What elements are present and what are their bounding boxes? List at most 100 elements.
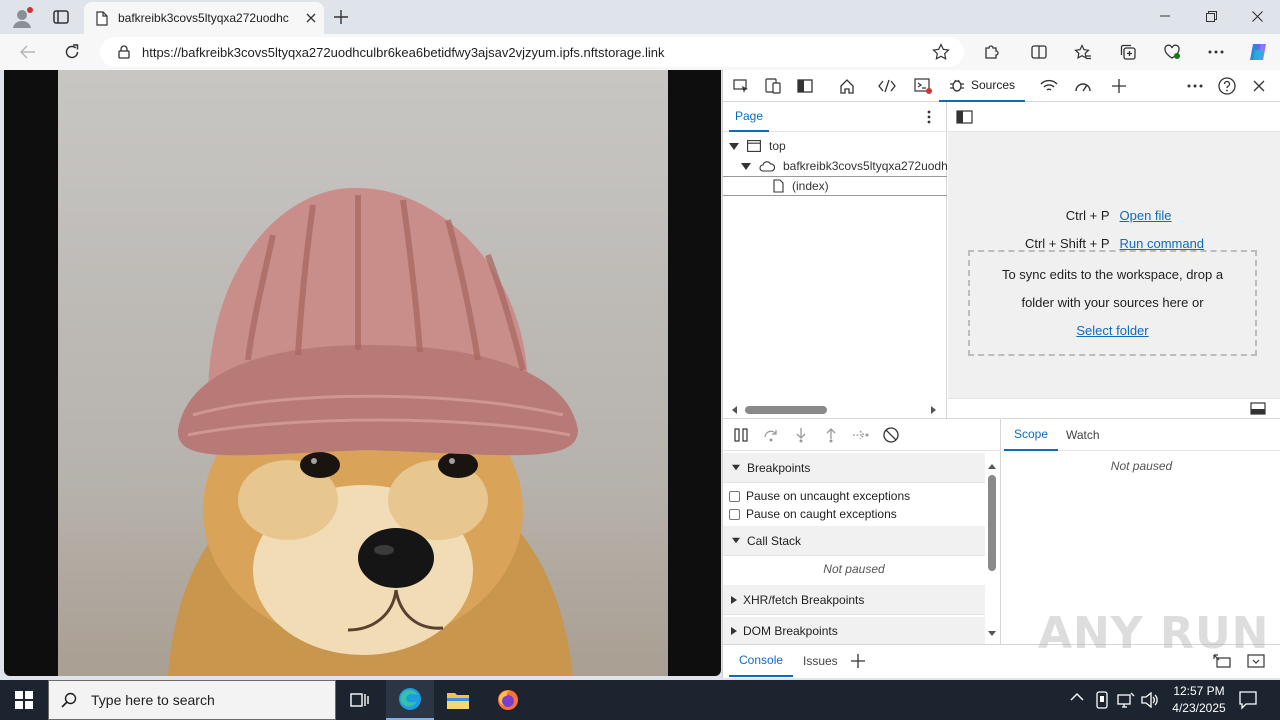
taskbar-firefox-icon[interactable] <box>484 680 532 720</box>
tab-sources[interactable]: Sources <box>939 70 1026 102</box>
extensions-icon[interactable] <box>977 38 1005 66</box>
tray-chevron-up-icon[interactable] <box>1070 692 1084 702</box>
taskbar-edge-icon[interactable] <box>386 680 434 720</box>
sources-editor-empty: Ctrl + P Open file Ctrl + Shift + P Run … <box>948 102 1280 418</box>
favorite-star-icon[interactable] <box>932 43 950 61</box>
split-screen-icon[interactable] <box>1025 38 1053 66</box>
dropzone-text-2: folder with your sources here or <box>1021 295 1204 310</box>
collapse-arrow-icon <box>732 537 740 544</box>
anyrun-watermark: ANY RUN <box>1038 608 1270 659</box>
new-tab-icon[interactable] <box>330 6 352 28</box>
close-window-icon[interactable] <box>1234 0 1280 32</box>
windows-taskbar: Type here to search 12:57 PM 4/23/2025 <box>0 680 1280 720</box>
performance-tab-icon[interactable] <box>1069 74 1097 98</box>
browser-tab-active[interactable]: bafkreibk3covs5ltyqxa272uodhc <box>84 2 324 34</box>
drawer-add-tab-icon[interactable] <box>851 654 865 668</box>
network-tab-icon[interactable] <box>1035 74 1063 98</box>
tab-actions-icon[interactable] <box>48 5 74 29</box>
expand-arrow-icon <box>729 142 739 150</box>
notifications-icon[interactable] <box>1238 690 1258 710</box>
tab-close-icon[interactable] <box>306 13 316 23</box>
toggle-navigator-icon[interactable] <box>956 109 974 125</box>
expand-arrow-icon <box>731 626 737 635</box>
favorites-icon[interactable] <box>1069 38 1097 66</box>
url-text[interactable]: https://bafkreibk3covs5ltyqxa272uodhculb… <box>142 45 920 60</box>
copilot-icon[interactable] <box>1244 38 1272 66</box>
elements-tab-icon[interactable] <box>873 74 901 98</box>
search-placeholder: Type here to search <box>91 692 215 708</box>
address-bar[interactable]: https://bafkreibk3covs5ltyqxa272uodhculb… <box>100 37 964 67</box>
tray-network-icon[interactable] <box>1117 692 1135 708</box>
tree-label-origin: bafkreibk3covs5ltyqxa272uodhc <box>783 159 947 173</box>
more-tools-plus-icon[interactable] <box>1105 74 1133 98</box>
profile-avatar-icon[interactable] <box>10 6 34 30</box>
minimize-icon[interactable] <box>1142 0 1188 32</box>
start-windows-icon[interactable] <box>0 680 48 720</box>
breakpoints-label: Breakpoints <box>747 460 811 475</box>
select-folder-link[interactable]: Select folder <box>1076 317 1148 345</box>
more-menu-icon[interactable] <box>1202 38 1230 66</box>
pause-uncaught-checkbox[interactable] <box>729 490 740 502</box>
xhr-breakpoints-section-header[interactable]: XHR/fetch Breakpoints <box>723 585 985 615</box>
back-icon[interactable] <box>14 38 42 66</box>
dom-breakpoints-section-header[interactable]: DOM Breakpoints <box>723 617 985 645</box>
tray-volume-icon[interactable] <box>1141 692 1159 708</box>
collections-icon[interactable] <box>1114 38 1142 66</box>
taskbar-file-explorer-icon[interactable] <box>434 680 482 720</box>
task-view-icon[interactable] <box>336 680 384 720</box>
close-devtools-icon[interactable] <box>1245 74 1273 98</box>
restore-icon[interactable] <box>1188 0 1234 32</box>
open-file-shortcut: Ctrl + P Open file <box>948 208 1280 223</box>
open-file-link[interactable]: Open file <box>1120 208 1270 223</box>
devtools-more-icon[interactable] <box>1181 74 1209 98</box>
debugger-sidebar: Breakpoints Pause on uncaught exceptions… <box>723 418 1001 645</box>
tray-device-icon[interactable] <box>1094 691 1110 709</box>
tab-page[interactable]: Page <box>729 102 770 132</box>
tab-scope[interactable]: Scope <box>1004 419 1059 451</box>
pause-icon[interactable] <box>729 423 753 447</box>
device-emulation-icon[interactable] <box>759 74 787 98</box>
welcome-home-icon[interactable] <box>833 74 861 98</box>
step-into-icon[interactable] <box>789 423 813 447</box>
tab-watch[interactable]: Watch <box>1056 419 1110 451</box>
collapse-arrow-icon <box>732 464 740 471</box>
expand-arrow-icon <box>741 162 751 170</box>
tree-item-top[interactable]: top <box>723 136 947 156</box>
pause-uncaught-row[interactable]: Pause on uncaught exceptions <box>729 487 910 505</box>
tab-strip: bafkreibk3covs5ltyqxa272uodhc <box>0 0 1280 34</box>
step-icon[interactable] <box>849 423 873 447</box>
lock-icon[interactable] <box>118 45 130 59</box>
sources-bug-icon <box>949 77 965 93</box>
taskbar-search-box[interactable]: Type here to search <box>48 680 336 720</box>
debugger-vertical-scrollbar[interactable] <box>985 457 999 643</box>
inspect-element-icon[interactable] <box>727 74 755 98</box>
navigator-horizontal-scrollbar[interactable] <box>723 402 947 418</box>
step-out-icon[interactable] <box>819 423 843 447</box>
drawer-tab-issues[interactable]: Issues <box>793 645 848 677</box>
pause-caught-checkbox[interactable] <box>729 508 740 520</box>
workspace-dropzone[interactable]: To sync edits to the workspace, drop a f… <box>968 250 1257 356</box>
pause-caught-row[interactable]: Pause on caught exceptions <box>729 505 897 523</box>
tree-item-index[interactable]: (index) <box>723 176 947 196</box>
run-command-link[interactable]: Run command <box>1120 236 1270 251</box>
tree-item-origin[interactable]: bafkreibk3covs5ltyqxa272uodhc <box>723 156 947 176</box>
browser-toolbar: https://bafkreibk3covs5ltyqxa272uodhculb… <box>0 34 1280 70</box>
call-stack-not-paused: Not paused <box>823 562 885 576</box>
search-icon <box>61 692 77 708</box>
taskbar-clock[interactable]: 12:57 PM 4/23/2025 <box>1166 683 1232 717</box>
xhr-breakpoints-label: XHR/fetch Breakpoints <box>743 592 865 607</box>
step-over-icon[interactable] <box>759 423 783 447</box>
dock-side-icon[interactable] <box>791 74 819 98</box>
console-tab-icon[interactable] <box>909 74 937 98</box>
navigator-menu-icon[interactable] <box>921 109 937 125</box>
call-stack-section-header[interactable]: Call Stack <box>723 526 985 556</box>
tree-label-index: (index) <box>792 179 829 193</box>
breakpoints-section-header[interactable]: Breakpoints <box>723 453 985 483</box>
refresh-icon[interactable] <box>58 38 86 66</box>
drawer-tab-console[interactable]: Console <box>729 645 794 677</box>
deactivate-breakpoints-icon[interactable] <box>879 423 903 447</box>
toggle-debugger-icon[interactable] <box>1250 402 1266 415</box>
browser-essentials-icon[interactable] <box>1158 38 1186 66</box>
help-icon[interactable] <box>1213 74 1241 98</box>
page-viewport <box>4 70 721 676</box>
